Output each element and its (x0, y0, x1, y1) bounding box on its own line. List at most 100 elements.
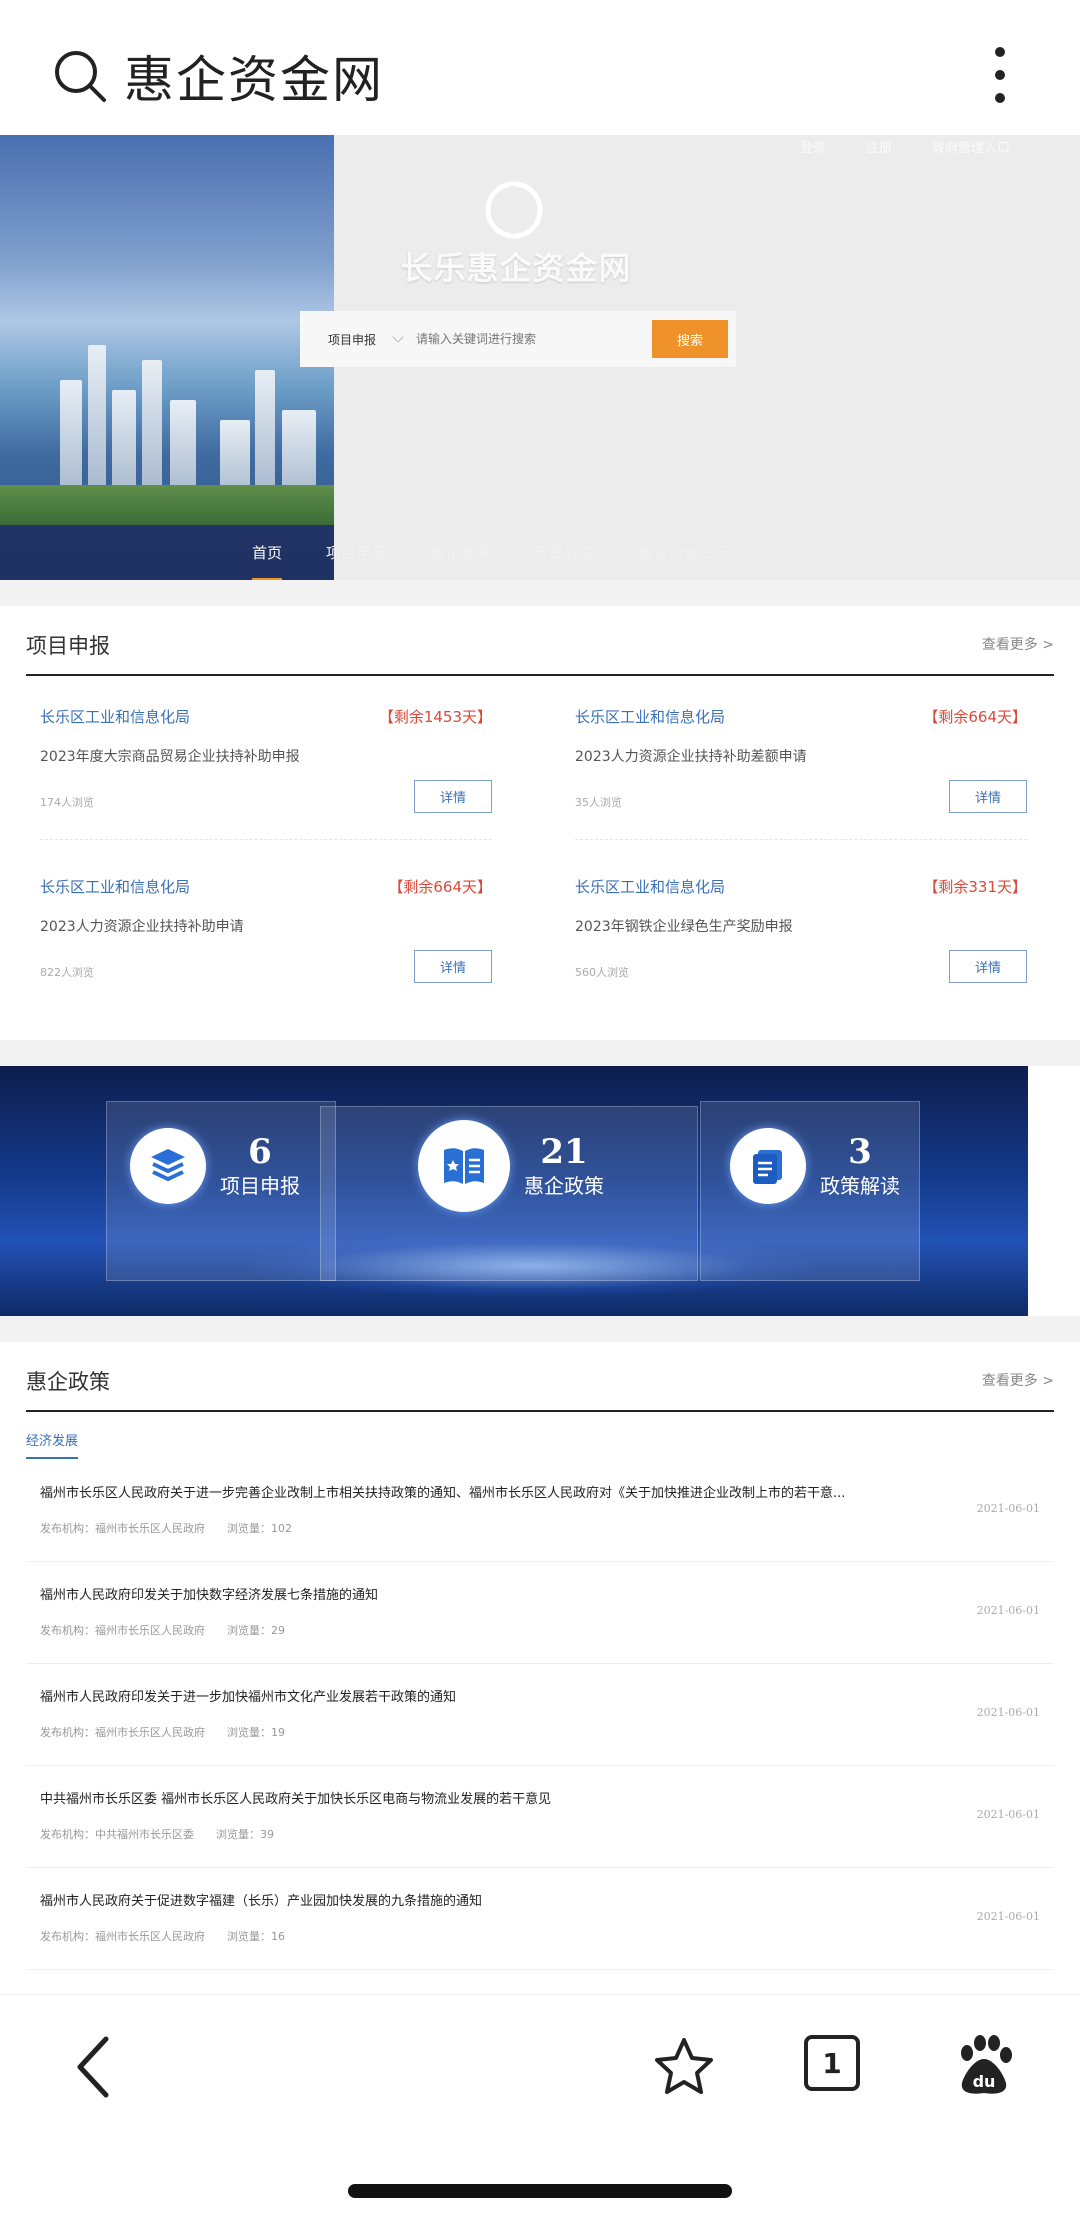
policy-date: 2021-06-01 (976, 1502, 1040, 1515)
tab-economic-development[interactable]: 经济发展 (26, 1434, 79, 1459)
policies-heading: 惠企政策 (26, 1370, 110, 1394)
project-views: 560人浏览 (575, 966, 629, 979)
policy-views: 浏览量：16 (227, 1930, 285, 1943)
admin-entry-link[interactable]: 政府管理入口 (932, 137, 1010, 156)
login-link[interactable]: 登录 (800, 137, 826, 156)
site-search-input[interactable] (416, 319, 652, 359)
projects-more-link[interactable]: 查看更多 > (982, 634, 1054, 654)
project-name[interactable]: 2023年钢铁企业绿色生产奖励申报 (575, 916, 793, 936)
svg-text:du: du (973, 2072, 996, 2091)
back-arrow-icon[interactable] (72, 2035, 116, 2099)
policy-title[interactable]: 福州市人民政府印发关于进一步加快福州市文化产业发展若干政策的通知 (40, 1686, 930, 1705)
policy-date: 2021-06-01 (976, 1808, 1040, 1821)
policy-publisher: 发布机构：福州市长乐区人民政府 (40, 1624, 205, 1637)
policy-title[interactable]: 福州市人民政府印发关于加快数字经济发展七条措施的通知 (40, 1584, 930, 1603)
nav-policies[interactable]: 惠企政策 (430, 542, 490, 563)
policy-title[interactable]: 中共福州市长乐区委 福州市长乐区人民政府关于加快长乐区电商与物流业发展的若干意见 (40, 1788, 930, 1807)
nav-project-apply[interactable]: 项目申报 (326, 542, 386, 563)
kebab-menu-icon[interactable] (984, 44, 1016, 106)
layers-icon (130, 1128, 206, 1204)
search-type-label: 项目申报 (328, 332, 377, 347)
policy-row[interactable]: 福州市人民政府关于促进数字福建（长乐）产业园加快发展的九条措施的通知 发布机构：… (26, 1868, 1054, 1970)
project-org: 长乐区工业和信息化局 (40, 878, 191, 896)
project-views: 35人浏览 (575, 796, 622, 809)
policy-date: 2021-06-01 (976, 1910, 1040, 1923)
policies-section-header: 惠企政策 查看更多 > (26, 1342, 1054, 1412)
tabs-icon[interactable]: 1 (804, 2035, 860, 2091)
project-org: 长乐区工业和信息化局 (40, 708, 191, 726)
home-indicator[interactable] (348, 2184, 732, 2198)
project-org: 长乐区工业和信息化局 (575, 708, 726, 726)
project-card[interactable]: 长乐区工业和信息化局 【剩余1453天】 2023年度大宗商品贸易企业扶持补助申… (26, 690, 506, 840)
nav-home[interactable]: 首页 (252, 542, 283, 580)
project-views: 174人浏览 (40, 796, 94, 809)
site-brand: 长乐惠企资金网 (400, 249, 632, 287)
baidu-paw-icon[interactable]: du (954, 2035, 1014, 2097)
browser-top-bar: 惠企资金网 (0, 0, 1080, 135)
search-type-select[interactable]: 项目申报 (300, 331, 416, 348)
stats-banner: 6 项目申报 21 惠企政策 3 政策解读 (0, 1066, 1028, 1316)
policy-date: 2021-06-01 (976, 1604, 1040, 1617)
policy-publisher: 发布机构：中共福州市长乐区委 (40, 1828, 194, 1841)
policies-more-link[interactable]: 查看更多 > (982, 1370, 1054, 1390)
policy-views: 浏览量：102 (227, 1522, 292, 1535)
policy-row[interactable]: 福州市人民政府印发关于进一步加快福州市文化产业发展若干政策的通知 发布机构：福州… (26, 1664, 1054, 1766)
section-divider (0, 580, 1080, 606)
hero-toplinks: 登录 注册 政府管理入口 (800, 137, 1010, 156)
project-remaining-days: 【剩余664天】 (388, 878, 492, 896)
chevron-down-icon (392, 331, 404, 343)
nav-fund-publicity[interactable]: 惠企资金公示 (638, 542, 728, 563)
project-detail-button[interactable]: 详情 (414, 950, 492, 983)
policy-date: 2021-06-01 (976, 1706, 1040, 1719)
project-remaining-days: 【剩余1453天】 (378, 708, 492, 726)
project-name[interactable]: 2023人力资源企业扶持补助差额申请 (575, 746, 807, 766)
project-org: 长乐区工业和信息化局 (575, 878, 726, 896)
policy-views: 浏览量：29 (227, 1624, 285, 1637)
project-name[interactable]: 2023人力资源企业扶持补助申请 (40, 916, 244, 936)
projects-heading: 项目申报 (26, 634, 110, 658)
stat-policy-interpretation[interactable]: 3 政策解读 (730, 1128, 900, 1204)
project-detail-button[interactable]: 详情 (949, 950, 1027, 983)
address-title[interactable]: 惠企资金网 (124, 40, 384, 112)
policy-publisher: 发布机构：福州市长乐区人民政府 (40, 1522, 205, 1535)
stat-number: 21 (540, 1132, 588, 1172)
policy-views: 浏览量：39 (216, 1828, 274, 1841)
city-photo (0, 135, 334, 580)
stat-label: 项目申报 (220, 1174, 300, 1198)
stat-label: 惠企政策 (524, 1174, 604, 1198)
site-search-button[interactable]: 搜索 (652, 320, 728, 358)
stat-policies[interactable]: 21 惠企政策 (418, 1120, 604, 1212)
section-divider (0, 1040, 1080, 1066)
project-card[interactable]: 长乐区工业和信息化局 【剩余664天】 2023人力资源企业扶持补助差额申请 3… (561, 690, 1041, 840)
project-remaining-days: 【剩余664天】 (923, 708, 1027, 726)
policy-book-icon (418, 1120, 510, 1212)
section-divider (0, 1316, 1080, 1342)
project-detail-button[interactable]: 详情 (949, 780, 1027, 813)
stat-number: 6 (248, 1132, 272, 1172)
stat-project-apply[interactable]: 6 项目申报 (130, 1128, 300, 1204)
policy-title[interactable]: 福州市长乐区人民政府关于进一步完善企业改制上市相关扶持政策的通知、福州市长乐区人… (40, 1482, 930, 1501)
project-card[interactable]: 长乐区工业和信息化局 【剩余664天】 2023人力资源企业扶持补助申请 822… (26, 860, 506, 1010)
star-bookmark-icon[interactable] (652, 2035, 716, 2099)
project-remaining-days: 【剩余331天】 (923, 878, 1027, 896)
hero-banner: 登录 注册 政府管理入口 长乐惠企资金网 项目申报 搜索 首页 项目申报 惠企政… (0, 135, 1080, 580)
project-card[interactable]: 长乐区工业和信息化局 【剩余331天】 2023年钢铁企业绿色生产奖励申报 56… (561, 860, 1041, 1010)
stat-number: 3 (848, 1132, 872, 1172)
policy-row[interactable]: 福州市人民政府印发关于加快数字经济发展七条措施的通知 发布机构：福州市长乐区人民… (26, 1562, 1054, 1664)
project-name[interactable]: 2023年度大宗商品贸易企业扶持补助申报 (40, 746, 300, 766)
site-search-box: 项目申报 搜索 (300, 311, 736, 367)
site-nav: 首页 项目申报 惠企政策 政策解读 惠企资金公示 (0, 525, 1080, 580)
policy-title[interactable]: 福州市人民政府关于促进数字福建（长乐）产业园加快发展的九条措施的通知 (40, 1890, 930, 1909)
policy-publisher: 发布机构：福州市长乐区人民政府 (40, 1726, 205, 1739)
policy-row[interactable]: 中共福州市长乐区委 福州市长乐区人民政府关于加快长乐区电商与物流业发展的若干意见… (26, 1766, 1054, 1868)
register-link[interactable]: 注册 (866, 137, 892, 156)
projects-section-header: 项目申报 查看更多 > (26, 606, 1054, 676)
policy-views: 浏览量：19 (227, 1726, 285, 1739)
policy-row[interactable]: 福州市长乐区人民政府关于进一步完善企业改制上市相关扶持政策的通知、福州市长乐区人… (26, 1460, 1054, 1562)
document-icon (730, 1128, 806, 1204)
search-icon[interactable] (52, 48, 108, 104)
stat-label: 政策解读 (820, 1174, 900, 1198)
project-views: 822人浏览 (40, 966, 94, 979)
nav-policy-interpretation[interactable]: 政策解读 (534, 542, 594, 563)
project-detail-button[interactable]: 详情 (414, 780, 492, 813)
